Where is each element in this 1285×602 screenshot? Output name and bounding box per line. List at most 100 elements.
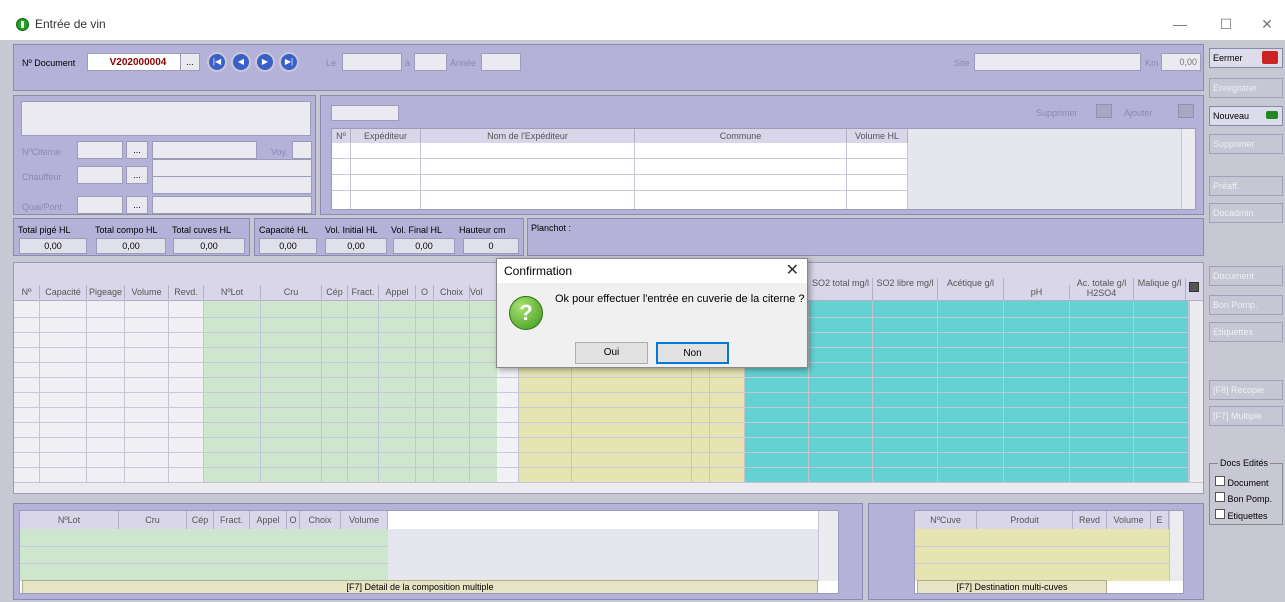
col-acetique[interactable]: Acétique g/l xyxy=(938,278,1004,300)
nav-first-icon[interactable]: |◀ xyxy=(207,52,227,72)
compo-footer[interactable]: [F7] Détail de la composition multiple xyxy=(22,580,818,593)
supprimer-button[interactable]: Supprimer xyxy=(1209,134,1283,154)
oui-button[interactable]: Oui xyxy=(575,342,648,364)
nav-next-icon[interactable]: ▶ xyxy=(255,52,275,72)
time-field[interactable] xyxy=(414,53,447,71)
exp-col-commune[interactable]: Commune xyxy=(635,129,847,143)
km-field[interactable]: 0,00 xyxy=(1161,53,1201,71)
col-capacite[interactable]: Capacité xyxy=(40,285,87,299)
quai-field[interactable] xyxy=(77,196,123,214)
citerne-browse-button[interactable]: ... xyxy=(126,141,148,159)
exp-col-line xyxy=(332,143,351,209)
compo-col-appel[interactable]: Appel xyxy=(250,511,287,529)
exp-col-no[interactable]: Nº xyxy=(332,129,351,143)
compo-col-cep[interactable]: Cép xyxy=(187,511,214,529)
multicuves-panel: NºCuve Produit Revd Volume E [F7] Destin… xyxy=(868,503,1204,600)
hauteur-label: Hauteur cm xyxy=(459,225,506,235)
doc-number-field[interactable]: V202000004 xyxy=(87,53,189,71)
compo-col-choix[interactable]: Choix xyxy=(300,511,341,529)
volfinal-value: 0,00 xyxy=(393,238,455,254)
cuves-value: 0,00 xyxy=(173,238,245,254)
main-grid-hscroll[interactable] xyxy=(14,482,1203,493)
compo-scrollbar[interactable] xyxy=(818,511,838,581)
col-nolot[interactable]: NºLot xyxy=(204,285,261,299)
capacite-label: Capacité HL xyxy=(259,225,309,235)
exp-scrollbar[interactable] xyxy=(1181,129,1195,209)
docadmin-button[interactable]: Docadmin xyxy=(1209,203,1283,223)
citerne-field[interactable] xyxy=(77,141,123,159)
bon-pomp-checkbox[interactable]: Bon Pomp. xyxy=(1215,492,1272,504)
expediteurs-panel: Supprimer Ajouter Nº Expéditeur Nom de l… xyxy=(320,95,1204,215)
exp-col-volume[interactable]: Volume HL xyxy=(847,129,908,143)
nav-prev-icon[interactable]: ◀ xyxy=(231,52,251,72)
chauffeur-field[interactable] xyxy=(77,166,123,184)
col-revd[interactable]: Revd. xyxy=(169,285,204,299)
compo-col-nolot[interactable]: NºLot xyxy=(20,511,119,529)
col-cep[interactable]: Cép xyxy=(322,285,348,299)
etiquettes-checkbox[interactable]: Etiquettes xyxy=(1215,509,1268,521)
compo-col-volume[interactable]: Volume xyxy=(341,511,388,529)
document-button[interactable]: Document xyxy=(1209,266,1283,286)
enregistrer-button[interactable]: Enregistrer xyxy=(1209,78,1283,98)
citerne-extra-field[interactable] xyxy=(152,159,312,177)
col-ac-totale[interactable]: Ac. totale g/l H2SO4 xyxy=(1070,278,1134,300)
annee-field[interactable] xyxy=(481,53,521,71)
main-grid-vscroll[interactable] xyxy=(1189,301,1203,482)
document-checkbox[interactable]: Document xyxy=(1215,476,1269,488)
expediteur-search-field[interactable] xyxy=(331,105,399,121)
voy-field[interactable] xyxy=(292,141,312,159)
date-field[interactable] xyxy=(342,53,402,71)
col-malique[interactable]: Malique g/l xyxy=(1134,278,1186,300)
mc-col-volume[interactable]: Volume xyxy=(1107,511,1151,529)
col-cru[interactable]: Cru xyxy=(261,285,322,299)
recopie-button[interactable]: [F8] Recopie xyxy=(1209,380,1283,400)
col-no[interactable]: Nº xyxy=(14,285,40,299)
col-pigeage[interactable]: Pigeage xyxy=(87,285,125,299)
chauffeur-name-field[interactable] xyxy=(152,176,312,194)
doc-browse-button[interactable]: ... xyxy=(180,53,200,71)
supprimer-expediteur-button[interactable]: Supprimer xyxy=(1036,108,1078,118)
citerne-name-field[interactable] xyxy=(152,141,257,159)
close-window-button[interactable]: ✕ xyxy=(1247,12,1285,36)
compo-col-fract[interactable]: Fract. xyxy=(214,511,250,529)
col-choix[interactable]: Choix xyxy=(434,285,470,299)
chauffeur-browse-button[interactable]: ... xyxy=(126,166,148,184)
exp-col-expediteur[interactable]: Expéditeur xyxy=(351,129,421,143)
mc-footer[interactable]: [F7] Destination multi-cuves xyxy=(917,580,1107,593)
grid-settings-icon[interactable] xyxy=(1189,282,1199,292)
preaff-button[interactable]: Préaff. xyxy=(1209,176,1283,196)
compo-col-cru[interactable]: Cru xyxy=(119,511,187,529)
docs-edites-title: Docs Edités xyxy=(1218,458,1271,468)
etiquettes-button[interactable]: Etiquettes xyxy=(1209,322,1283,342)
col-fract[interactable]: Fract. xyxy=(348,285,379,299)
mc-col-e[interactable]: E xyxy=(1151,511,1169,529)
maximize-button[interactable]: ☐ xyxy=(1206,12,1246,36)
compo-col-o[interactable]: O xyxy=(287,511,300,529)
exp-col-nom[interactable]: Nom de l'Expéditeur xyxy=(421,129,635,143)
multiple-button[interactable]: [F7] Multiple xyxy=(1209,406,1283,426)
ajouter-expediteur-button[interactable]: Ajouter xyxy=(1124,108,1153,118)
quai-name-field[interactable] xyxy=(152,196,312,214)
mc-scrollbar[interactable] xyxy=(1169,511,1183,581)
minimize-button[interactable]: — xyxy=(1160,12,1200,36)
non-button[interactable]: Non xyxy=(656,342,729,364)
quai-browse-button[interactable]: ... xyxy=(126,196,148,214)
dialog-close-icon[interactable]: ✕ xyxy=(786,259,799,283)
col-appel[interactable]: Appel xyxy=(379,285,416,299)
col-so2-libre[interactable]: SO2 libre mg/l xyxy=(873,278,938,300)
col-ph[interactable]: pH xyxy=(1004,285,1070,299)
mc-col-produit[interactable]: Produit xyxy=(977,511,1073,529)
col-vol[interactable]: Vol xyxy=(470,285,497,299)
exp-empty-area xyxy=(908,129,1181,209)
mc-col-nocuve[interactable]: NºCuve xyxy=(915,511,977,529)
mc-col-revd[interactable]: Revd xyxy=(1073,511,1107,529)
col-o[interactable]: O xyxy=(416,285,434,299)
bon-pomp-button[interactable]: Bon Pomp. xyxy=(1209,295,1283,315)
col-volume[interactable]: Volume xyxy=(125,285,169,299)
add-icon xyxy=(1178,104,1194,118)
dialog-title: Confirmation xyxy=(497,259,807,283)
citerne-notes-field[interactable] xyxy=(21,101,311,136)
nav-last-icon[interactable]: ▶| xyxy=(279,52,299,72)
site-select[interactable] xyxy=(974,53,1141,71)
col-so2-total[interactable]: SO2 total mg/l xyxy=(809,278,873,300)
